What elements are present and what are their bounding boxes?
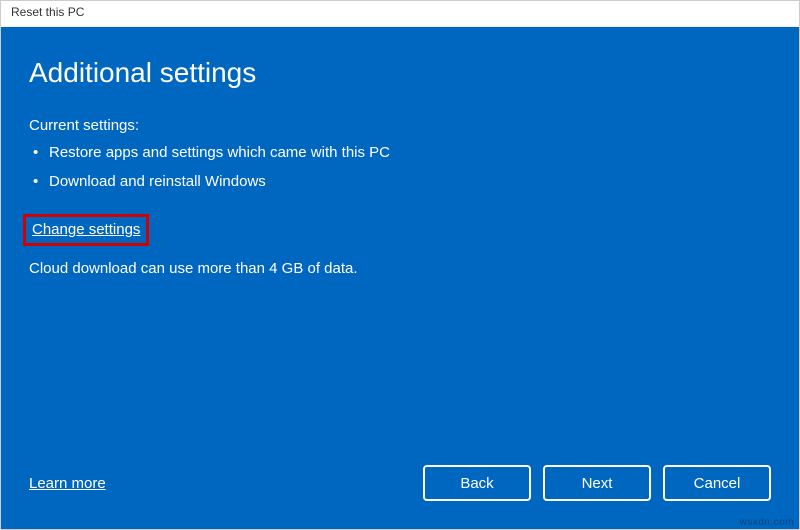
reset-pc-window: Reset this PC Additional settings Curren…	[0, 0, 800, 530]
content-area: Additional settings Current settings: Re…	[1, 27, 799, 529]
next-button[interactable]: Next	[543, 465, 651, 501]
page-heading: Additional settings	[29, 57, 771, 89]
change-settings-highlight: Change settings	[23, 214, 149, 246]
window-titlebar: Reset this PC	[1, 1, 799, 27]
cancel-button[interactable]: Cancel	[663, 465, 771, 501]
back-button[interactable]: Back	[423, 465, 531, 501]
window-title: Reset this PC	[11, 5, 84, 19]
current-settings-list: Restore apps and settings which came wit…	[29, 144, 771, 202]
current-settings-label: Current settings:	[29, 117, 771, 134]
cloud-download-note: Cloud download can use more than 4 GB of…	[29, 260, 771, 277]
footer: Learn more Back Next Cancel	[29, 445, 771, 509]
change-settings-link[interactable]: Change settings	[32, 221, 140, 238]
watermark: wsxdn.com	[739, 517, 794, 528]
settings-list-item: Restore apps and settings which came wit…	[29, 144, 771, 161]
settings-list-item: Download and reinstall Windows	[29, 173, 771, 190]
learn-more-link[interactable]: Learn more	[29, 475, 106, 492]
